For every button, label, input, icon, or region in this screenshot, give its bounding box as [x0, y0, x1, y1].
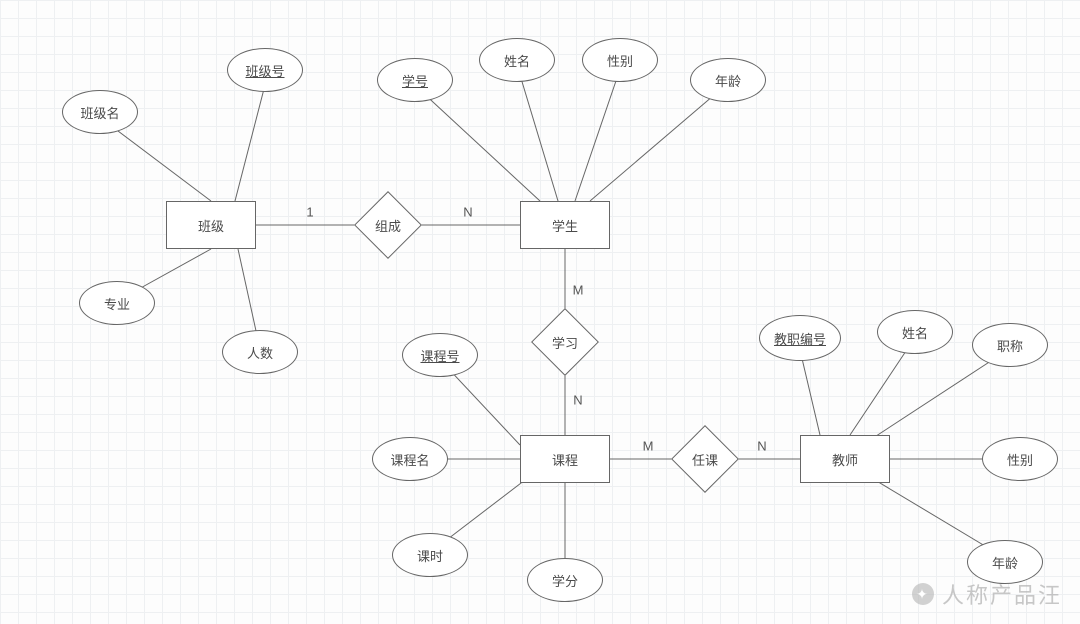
attr-class-major-label: 专业	[104, 294, 130, 313]
attr-course-credit-label: 学分	[552, 571, 578, 590]
entity-teacher-label: 教师	[832, 450, 858, 469]
attr-class-name: 班级名	[62, 90, 138, 134]
card-compose-left: 1	[306, 205, 313, 220]
attr-class-major: 专业	[79, 281, 155, 325]
attr-class-id: 班级号	[227, 48, 303, 92]
card-study-top: M	[573, 283, 584, 298]
attr-student-gender: 性别	[582, 38, 658, 82]
attr-teacher-gender: 性别	[982, 437, 1058, 481]
attr-student-name-label: 姓名	[504, 51, 530, 70]
entity-class: 班级	[166, 201, 256, 249]
entity-student: 学生	[520, 201, 610, 249]
attr-course-id-label: 课程号	[420, 346, 459, 365]
rel-compose: 组成	[356, 193, 420, 257]
rel-compose-label: 组成	[375, 216, 401, 235]
attr-student-id-label: 学号	[402, 71, 428, 90]
attr-course-id: 课程号	[402, 333, 478, 377]
rel-teach: 任课	[673, 427, 737, 491]
attr-teacher-title-label: 职称	[997, 336, 1023, 355]
entity-class-label: 班级	[198, 216, 224, 235]
attr-course-hours-label: 课时	[417, 546, 443, 565]
rel-teach-label: 任课	[692, 450, 718, 469]
attr-teacher-id: 教职编号	[759, 315, 841, 361]
attr-student-age-label: 年龄	[715, 71, 741, 90]
attr-teacher-name: 姓名	[877, 310, 953, 354]
entity-teacher: 教师	[800, 435, 890, 483]
rel-study-label: 学习	[552, 333, 578, 352]
attr-course-name-label: 课程名	[390, 450, 429, 469]
watermark: ✦ 人称产品汪	[912, 578, 1062, 610]
wechat-icon: ✦	[912, 583, 934, 605]
attr-teacher-name-label: 姓名	[902, 323, 928, 342]
attr-class-name-label: 班级名	[80, 103, 119, 122]
card-teach-left: M	[643, 439, 654, 454]
entity-student-label: 学生	[552, 216, 578, 235]
watermark-text: 人称产品汪	[942, 578, 1062, 610]
attr-student-name: 姓名	[479, 38, 555, 82]
attr-student-gender-label: 性别	[607, 51, 633, 70]
attr-teacher-title: 职称	[972, 323, 1048, 367]
attr-class-count: 人数	[222, 330, 298, 374]
card-teach-right: N	[757, 439, 766, 454]
attr-teacher-gender-label: 性别	[1007, 450, 1033, 469]
attr-course-name: 课程名	[372, 437, 448, 481]
attr-course-hours: 课时	[392, 533, 468, 577]
attr-teacher-age-label: 年龄	[992, 553, 1018, 572]
attr-course-credit: 学分	[527, 558, 603, 602]
rel-study: 学习	[533, 310, 597, 374]
entity-course: 课程	[520, 435, 610, 483]
attr-student-id: 学号	[377, 58, 453, 102]
entity-course-label: 课程	[552, 450, 578, 469]
attr-student-age: 年龄	[690, 58, 766, 102]
attr-teacher-id-label: 教职编号	[774, 329, 826, 348]
attr-class-id-label: 班级号	[245, 61, 284, 80]
card-study-bottom: N	[573, 393, 582, 408]
attr-class-count-label: 人数	[247, 343, 273, 362]
card-compose-right: N	[463, 205, 472, 220]
